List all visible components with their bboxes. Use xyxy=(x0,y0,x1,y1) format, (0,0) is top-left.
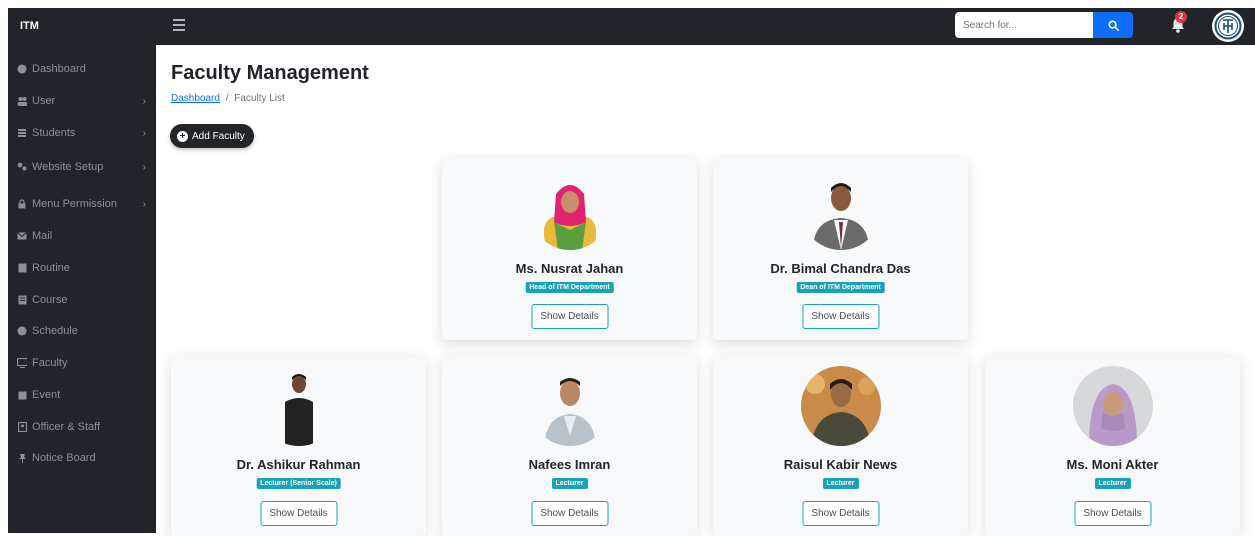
faculty-photo xyxy=(259,366,339,446)
show-details-button[interactable]: Show Details xyxy=(531,304,608,329)
sidebar-item-label: Menu Permission xyxy=(32,198,117,210)
clock-icon xyxy=(17,326,27,336)
sidebar-item-label: Course xyxy=(32,294,68,306)
sidebar-item-label: Students xyxy=(32,127,76,139)
breadcrumb-current: Faculty List xyxy=(234,93,285,104)
users-icon xyxy=(17,96,27,106)
faculty-role-badge: Lecturer (Senior Scale) xyxy=(256,478,341,489)
envelope-icon xyxy=(17,231,27,241)
faculty-role-badge: Lecturer xyxy=(1094,478,1131,489)
faculty-role-badge: Dean of ITM Department xyxy=(796,282,885,293)
sidebar-item-routine[interactable]: Routine xyxy=(8,254,156,282)
sidebar-item-dashboard[interactable]: Dashboard xyxy=(8,55,156,83)
dashboard-icon xyxy=(17,64,27,74)
sidebar-item-event[interactable]: Event xyxy=(8,381,156,409)
sidebar-item-label: User xyxy=(32,95,56,107)
faculty-card: Ms. Moni Akter Lecturer Show Details xyxy=(985,356,1240,536)
page-title: Faculty Management xyxy=(171,62,369,84)
id-card-icon xyxy=(17,422,27,432)
chevron-right-icon: › xyxy=(142,199,146,210)
notification-badge: 2 xyxy=(1175,11,1187,23)
sidebar-item-faculty[interactable]: Faculty xyxy=(8,349,156,377)
routine-icon xyxy=(17,263,27,273)
pin-icon xyxy=(17,453,27,463)
sidebar-item-schedule[interactable]: Schedule xyxy=(8,317,156,345)
faculty-name: Raisul Kabir News xyxy=(783,457,898,472)
faculty-photo xyxy=(530,366,610,446)
faculty-name: Dr. Ashikur Rahman xyxy=(236,457,361,472)
chevron-right-icon: › xyxy=(142,128,146,139)
show-details-button[interactable]: Show Details xyxy=(1074,501,1151,526)
search-button[interactable] xyxy=(1093,12,1133,38)
add-faculty-label: Add Faculty xyxy=(192,130,245,142)
menu-toggle-icon[interactable] xyxy=(173,19,185,32)
sidebar-item-user[interactable]: User › xyxy=(8,87,156,115)
sidebar-item-label: Schedule xyxy=(32,325,78,337)
book-icon xyxy=(17,295,27,305)
event-icon xyxy=(17,390,27,400)
faculty-name: Ms. Nusrat Jahan xyxy=(515,261,624,276)
user-avatar[interactable] xyxy=(1212,10,1244,42)
sidebar-item-label: Faculty xyxy=(32,357,68,369)
sidebar-item-label: Dashboard xyxy=(32,63,86,75)
faculty-card: Ms. Nusrat Jahan Head of ITM Department … xyxy=(442,158,697,340)
breadcrumb: Dashboard / Faculty List xyxy=(171,93,285,104)
search-icon xyxy=(1107,19,1119,31)
chevron-right-icon: › xyxy=(142,96,146,107)
sidebar-item-label: Event xyxy=(32,389,61,401)
faculty-card: Raisul Kabir News Lecturer Show Details xyxy=(713,356,968,536)
show-details-button[interactable]: Show Details xyxy=(802,304,879,329)
brand-logo-text[interactable]: ITM xyxy=(20,20,39,32)
students-icon xyxy=(17,128,27,138)
sidebar-item-label: Mail xyxy=(32,230,53,242)
sidebar-item-course[interactable]: Course xyxy=(8,286,156,314)
lock-icon xyxy=(17,199,27,209)
top-navbar: ITM 2 xyxy=(8,8,1255,45)
show-details-button[interactable]: Show Details xyxy=(531,501,608,526)
chevron-right-icon: › xyxy=(142,162,146,173)
sidebar: Dashboard User › Students › Website Setu… xyxy=(8,45,156,533)
breadcrumb-separator: / xyxy=(225,93,229,104)
sidebar-item-students[interactable]: Students › xyxy=(8,119,156,147)
search-input[interactable] xyxy=(955,12,1093,38)
faculty-card: Nafees Imran Lecturer Show Details xyxy=(442,356,697,536)
sidebar-item-notice-board[interactable]: Notice Board xyxy=(8,444,156,472)
faculty-role-badge: Lecturer xyxy=(551,478,588,489)
sidebar-item-label: Website Setup xyxy=(32,161,104,173)
search-form xyxy=(955,12,1133,38)
show-details-button[interactable]: Show Details xyxy=(802,501,879,526)
sidebar-item-label: Notice Board xyxy=(32,452,96,464)
chalkboard-icon xyxy=(17,358,27,368)
faculty-photo xyxy=(1073,366,1153,446)
faculty-name: Ms. Moni Akter xyxy=(1066,457,1159,472)
sidebar-item-officer-staff[interactable]: Officer & Staff xyxy=(8,413,156,441)
faculty-role-badge: Lecturer xyxy=(822,478,859,489)
sidebar-item-menu-permission[interactable]: Menu Permission › xyxy=(8,190,156,218)
faculty-name: Dr. Bimal Chandra Das xyxy=(770,261,911,276)
add-faculty-button[interactable]: + Add Faculty xyxy=(170,124,254,148)
gears-icon xyxy=(17,162,27,172)
sidebar-item-website-setup[interactable]: Website Setup › xyxy=(8,153,156,181)
breadcrumb-dashboard-link[interactable]: Dashboard xyxy=(171,93,220,104)
faculty-photo xyxy=(801,366,881,446)
sidebar-item-label: Routine xyxy=(32,262,70,274)
sidebar-item-label: Officer & Staff xyxy=(32,421,101,433)
faculty-role-badge: Head of ITM Department xyxy=(525,282,614,293)
faculty-name: Nafees Imran xyxy=(528,457,611,472)
show-details-button[interactable]: Show Details xyxy=(260,501,337,526)
faculty-photo xyxy=(530,170,610,250)
faculty-card: Dr. Ashikur Rahman Lecturer (Senior Scal… xyxy=(171,356,426,536)
faculty-photo xyxy=(801,170,881,250)
sidebar-item-mail[interactable]: Mail xyxy=(8,222,156,250)
faculty-card: Dr. Bimal Chandra Das Dean of ITM Depart… xyxy=(713,158,968,340)
plus-circle-icon: + xyxy=(177,130,188,142)
university-logo-icon xyxy=(1214,12,1242,40)
